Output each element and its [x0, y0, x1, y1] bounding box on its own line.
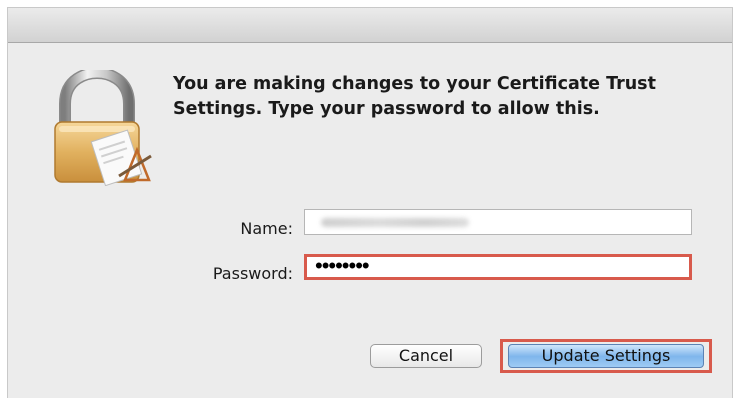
- lock-icon: [54, 70, 152, 186]
- password-field[interactable]: ••••••••: [304, 254, 692, 280]
- dialog-titlebar: [8, 8, 732, 43]
- update-settings-button[interactable]: Update Settings: [508, 344, 704, 368]
- authorization-dialog: You are making changes to your Certifica…: [8, 8, 732, 398]
- dialog-message: You are making changes to your Certifica…: [173, 74, 656, 119]
- password-label: Password:: [212, 264, 293, 283]
- blurred-name-value: [321, 218, 469, 227]
- cancel-button[interactable]: Cancel: [370, 344, 482, 368]
- name-field[interactable]: [304, 209, 692, 235]
- name-label: Name:: [240, 219, 293, 238]
